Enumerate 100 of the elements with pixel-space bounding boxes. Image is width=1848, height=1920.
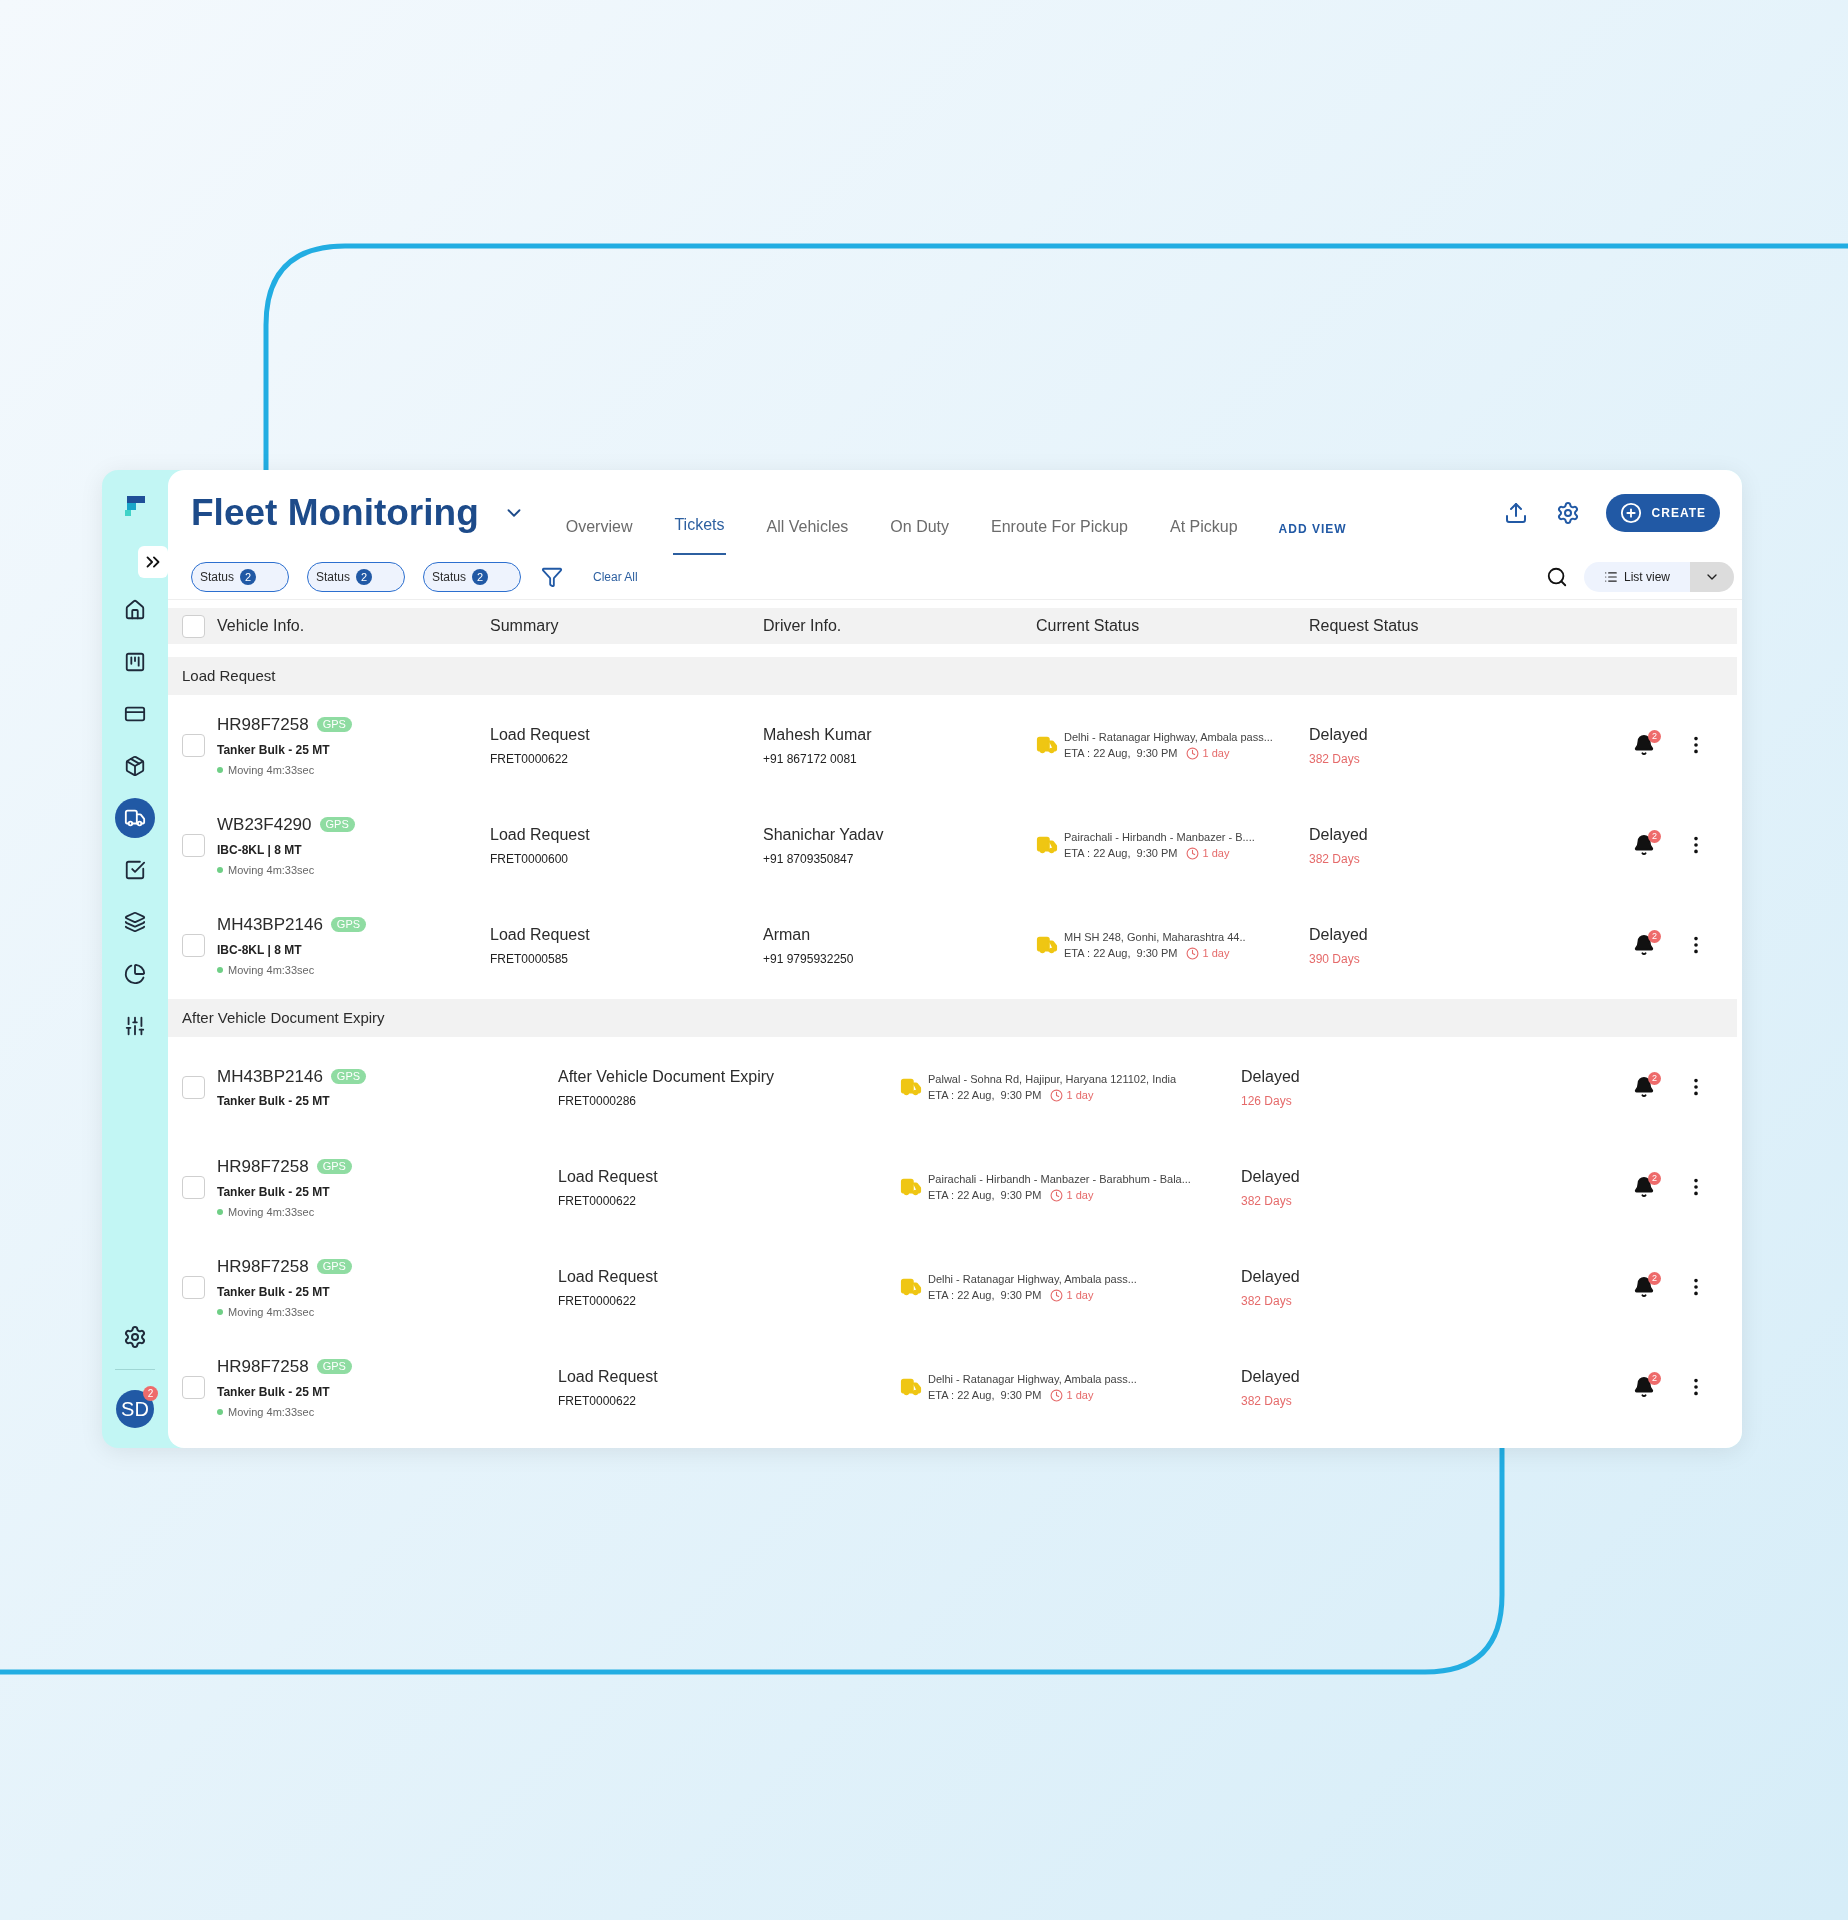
location-text: Delhi - Ratanagar Highway, Ambala pass... <box>1064 729 1273 745</box>
checkbox[interactable] <box>182 833 205 857</box>
search-icon[interactable] <box>1546 566 1568 588</box>
bell-icon[interactable] <box>1633 834 1655 856</box>
duration-text: 1 day <box>1066 1088 1094 1103</box>
summary-title: After Vehicle Document Expiry <box>558 1066 776 1087</box>
filter-count: 2 <box>240 569 257 585</box>
view-select[interactable]: List view <box>1584 562 1690 592</box>
driver-phone: +91 8709350847 <box>763 850 855 868</box>
filter-icon[interactable] <box>541 566 563 588</box>
box-icon <box>124 755 146 777</box>
vehicle-type: Tanker Bulk - 25 MT <box>217 1183 331 1201</box>
checkbox[interactable] <box>182 1375 205 1399</box>
duration-text: 1 day <box>1066 1288 1094 1303</box>
moving-time: Moving 4m:33sec <box>228 762 315 778</box>
filter-label: Status <box>316 569 351 586</box>
truck-icon <box>1036 834 1058 856</box>
filter-count: 2 <box>356 569 373 585</box>
driver-name: Shanichar Yadav <box>763 824 885 845</box>
gps-tag: GPS <box>316 1159 352 1175</box>
eta-text: ETA : 22 Aug, 9:30 PM <box>928 1288 1042 1303</box>
logo-icon <box>123 494 147 518</box>
add-view-link[interactable]: ADD VIEW <box>1278 520 1347 555</box>
layers-icon <box>124 911 146 933</box>
ticket-id: FRET0000286 <box>558 1092 638 1110</box>
settings-icon[interactable] <box>1555 500 1580 525</box>
page-title: Fleet Monitoring <box>191 490 479 535</box>
plus-icon <box>1619 501 1642 524</box>
vehicle-type: Tanker Bulk - 25 MT <box>217 741 331 759</box>
view-dropdown-button[interactable] <box>1690 562 1734 592</box>
bell-icon[interactable] <box>1633 734 1655 756</box>
bell-icon[interactable] <box>1633 1076 1655 1098</box>
list-icon <box>1604 570 1618 584</box>
vehicle-plate: HR98F7258 <box>217 1356 309 1378</box>
bell-icon[interactable] <box>1633 1276 1655 1298</box>
checkbox[interactable] <box>182 733 205 757</box>
tab[interactable]: Tickets <box>673 503 726 555</box>
sidebar-item[interactable] <box>115 798 155 838</box>
eta-text: ETA : 22 Aug, 9:30 PM <box>1064 746 1178 761</box>
ticket-id: FRET0000585 <box>490 950 570 968</box>
create-button[interactable]: CREATE <box>1605 493 1720 532</box>
checkbox[interactable] <box>182 1275 205 1299</box>
upload-icon[interactable] <box>1503 500 1528 525</box>
vehicle-type: IBC-8KL | 8 MT <box>217 841 303 859</box>
expand-button[interactable] <box>138 546 168 578</box>
ticket-id: FRET0000622 <box>558 1192 638 1210</box>
tab[interactable]: Overview <box>564 505 634 555</box>
driver-name: Arman <box>763 924 812 945</box>
checkbox[interactable] <box>182 1175 205 1199</box>
location-text: Delhi - Ratanagar Highway, Ambala pass... <box>928 1371 1137 1387</box>
truck-icon <box>900 1376 922 1398</box>
gps-tag: GPS <box>319 817 355 833</box>
moving-time: Moving 4m:33sec <box>228 962 315 978</box>
checkbox[interactable] <box>182 1075 205 1099</box>
sliders-icon <box>124 1015 146 1037</box>
truck-icon <box>900 1176 922 1198</box>
moving-time: Moving 4m:33sec <box>228 1304 315 1320</box>
eta-text: ETA : 22 Aug, 9:30 PM <box>928 1188 1042 1203</box>
vehicle-type: Tanker Bulk - 25 MT <box>217 1383 331 1401</box>
truck-icon <box>124 807 146 829</box>
truck-icon <box>1036 934 1058 956</box>
checkbox[interactable] <box>182 933 205 957</box>
create-label: CREATE <box>1651 504 1706 522</box>
vehicle-plate: MH43BP2146 <box>217 914 323 936</box>
tab[interactable]: At Pickup <box>1169 505 1239 555</box>
bell-icon[interactable] <box>1633 1376 1655 1398</box>
filter-label: Status <box>432 569 467 586</box>
ticket-id: FRET0000600 <box>490 850 570 868</box>
filter-chip[interactable]: Status 2 <box>307 562 405 592</box>
delay-days: 390 Days <box>1309 949 1633 968</box>
tab[interactable]: On Duty <box>889 505 951 555</box>
vehicle-type: Tanker Bulk - 25 MT <box>217 1283 331 1301</box>
clear-all-link[interactable]: Clear All <box>593 568 638 586</box>
tab[interactable]: Enroute For Pickup <box>990 505 1129 555</box>
clock-icon <box>1049 1388 1063 1402</box>
settings-icon[interactable] <box>123 1325 147 1349</box>
request-status: Delayed <box>1309 924 1369 945</box>
bell-icon[interactable] <box>1633 934 1655 956</box>
clock-icon <box>1049 1288 1063 1302</box>
filter-chip[interactable]: Status 2 <box>191 562 289 592</box>
filter-count: 2 <box>472 569 489 585</box>
gps-tag: GPS <box>330 917 367 933</box>
duration-text: 1 day <box>1202 946 1230 961</box>
duration-text: 1 day <box>1202 846 1230 861</box>
driver-name: Mahesh Kumar <box>763 724 873 745</box>
ticket-id: FRET0000622 <box>558 1292 638 1310</box>
checkbox[interactable] <box>182 614 205 638</box>
column-header: Summary <box>490 616 560 636</box>
summary-title: Load Request <box>490 724 591 745</box>
alert-count: 2 <box>1648 730 1661 743</box>
delay-days: 382 Days <box>1309 749 1633 768</box>
vehicle-plate: HR98F7258 <box>217 1156 309 1178</box>
bell-icon[interactable] <box>1633 1176 1655 1198</box>
tab[interactable]: All Vehicles <box>765 505 850 555</box>
pie-chart-icon <box>124 963 146 985</box>
gps-tag: GPS <box>330 1069 367 1084</box>
vehicle-plate: HR98F7258 <box>217 714 309 736</box>
board-icon <box>124 651 146 673</box>
truck-icon <box>900 1076 922 1098</box>
filter-chip[interactable]: Status 2 <box>423 562 521 592</box>
